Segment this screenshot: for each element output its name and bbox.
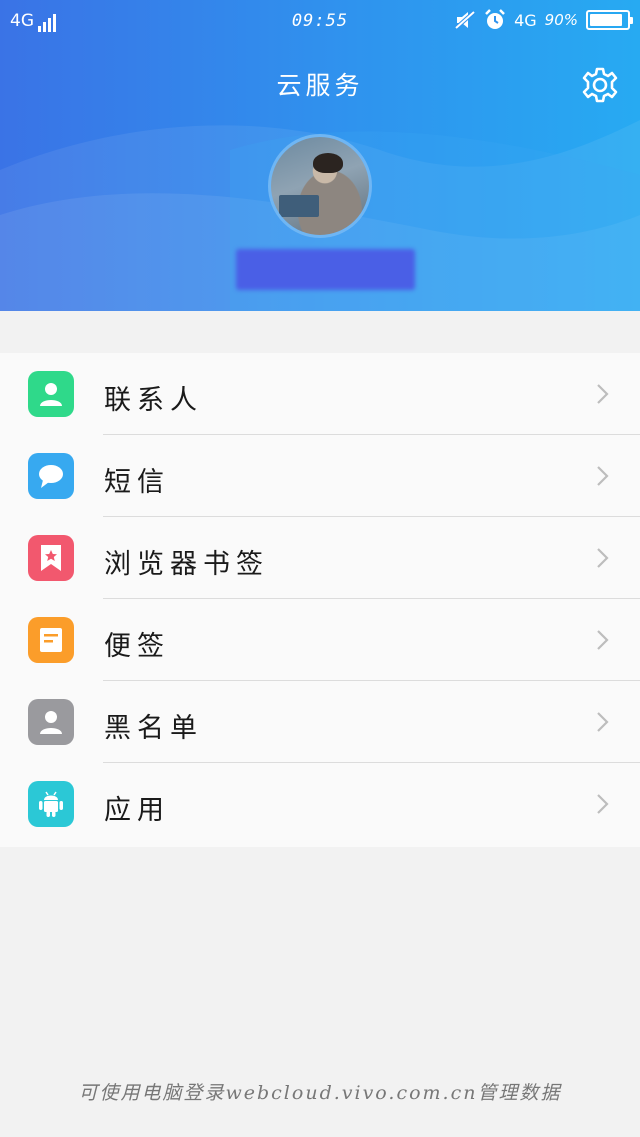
- chevron-right-icon: [597, 794, 609, 814]
- list-item-label: 便签: [104, 631, 170, 662]
- chevron-right-icon: [597, 466, 609, 486]
- chevron-right-icon: [597, 712, 609, 732]
- list-item-blacklist[interactable]: 黑名单: [0, 681, 640, 763]
- username-redacted: [236, 249, 415, 290]
- chevron-right-icon: [597, 630, 609, 650]
- contacts-icon: [28, 371, 74, 417]
- list-item-apps[interactable]: 应用: [0, 763, 640, 845]
- battery-fill: [590, 14, 623, 26]
- status-right: 4G 90%: [454, 9, 633, 31]
- list-item-notes[interactable]: 便签: [0, 599, 640, 681]
- gear-icon[interactable]: [581, 66, 619, 104]
- alarm-icon: [485, 9, 505, 29]
- avatar-photo-detail: [279, 195, 319, 217]
- network-type-label-right: 4G: [514, 10, 537, 30]
- list-item-bookmarks[interactable]: 浏览器书签: [0, 517, 640, 599]
- message-bubble-icon: [28, 453, 74, 499]
- list-item-contacts[interactable]: 联系人: [0, 353, 640, 435]
- list-item-label: 应用: [104, 795, 170, 826]
- list-item-label: 联系人: [104, 385, 203, 416]
- service-list: 联系人 短信 浏览器书签 便签 黑名单 应用: [0, 353, 640, 847]
- list-item-label: 短信: [104, 467, 170, 498]
- chevron-right-icon: [597, 384, 609, 404]
- header-banner: 4G 09:55 4G 90% 云服务: [0, 0, 640, 311]
- list-item-messages[interactable]: 短信: [0, 435, 640, 517]
- mute-icon: [454, 10, 476, 30]
- chevron-right-icon: [597, 548, 609, 568]
- footer-hint: 可使用电脑登录webcloud.vivo.com.cn管理数据: [78, 1082, 562, 1104]
- avatar-photo-detail: [313, 153, 343, 173]
- status-bar: 4G 09:55 4G 90%: [0, 0, 640, 42]
- list-item-label: 浏览器书签: [104, 549, 269, 580]
- battery-percent: 90%: [544, 11, 578, 29]
- avatar[interactable]: [268, 134, 372, 238]
- page-title: 云服务: [276, 71, 364, 100]
- android-icon: [28, 781, 74, 827]
- battery-icon: [586, 10, 633, 30]
- note-icon: [28, 617, 74, 663]
- list-item-label: 黑名单: [104, 713, 203, 744]
- blocked-contact-icon: [28, 699, 74, 745]
- bookmark-star-icon: [28, 535, 74, 581]
